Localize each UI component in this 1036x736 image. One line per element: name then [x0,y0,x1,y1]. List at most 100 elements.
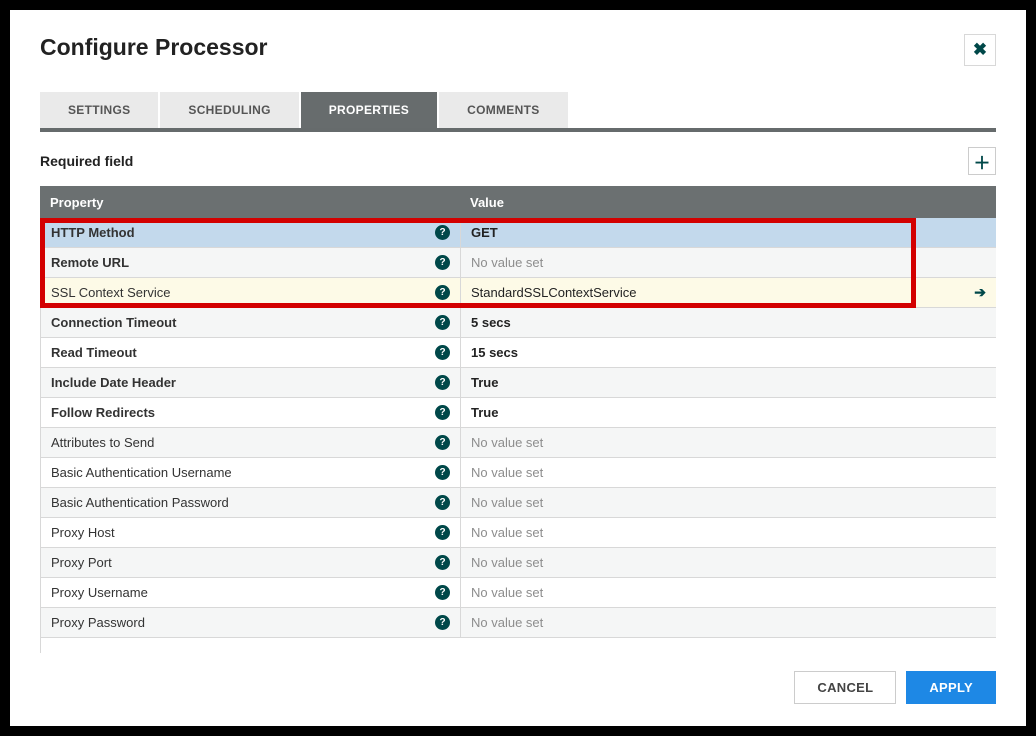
property-value: No value set [471,585,543,600]
property-name-cell: Basic Authentication Username? [41,458,461,487]
property-value-cell[interactable]: GET [461,218,996,247]
property-value-cell[interactable]: No value set [461,428,996,457]
property-name: Read Timeout [51,345,137,360]
help-icon[interactable]: ? [435,405,450,420]
table-row[interactable]: Include Date Header?True [41,368,996,398]
properties-panel: Required field ＋ Property Value HTTP Met… [10,132,1026,653]
property-value-cell[interactable]: No value set [461,458,996,487]
property-name-cell: Connection Timeout? [41,308,461,337]
property-value: GET [471,225,498,240]
property-value: True [471,405,498,420]
close-button[interactable]: ✖ [964,34,996,66]
table-row[interactable]: Read Timeout?15 secs [41,338,996,368]
property-value: 5 secs [471,315,511,330]
help-icon[interactable]: ? [435,525,450,540]
help-icon[interactable]: ? [435,375,450,390]
tab-properties[interactable]: PROPERTIES [301,92,437,128]
property-name: Proxy Password [51,615,145,630]
property-value: No value set [471,615,543,630]
cancel-button[interactable]: CANCEL [794,671,896,704]
close-icon: ✖ [973,40,987,60]
hint-row: Required field ＋ [40,144,996,178]
required-field-label: Required field [40,153,133,169]
add-property-button[interactable]: ＋ [968,147,996,175]
help-icon[interactable]: ? [435,225,450,240]
table-row[interactable]: Proxy Username? No value set [41,578,996,608]
property-value: No value set [471,465,543,480]
table-row[interactable]: Follow Redirects? True [41,398,996,428]
property-name-cell: Proxy Username? [41,578,461,607]
table-row[interactable]: HTTP Method? GET [41,218,996,248]
help-icon[interactable]: ? [435,345,450,360]
table-row[interactable]: Attributes to Send? No value set [41,428,996,458]
help-icon[interactable]: ? [435,285,450,300]
property-name: Include Date Header [51,375,176,390]
property-value: No value set [471,555,543,570]
property-name-cell: HTTP Method? [41,218,461,247]
help-icon[interactable]: ? [435,495,450,510]
help-icon[interactable]: ? [435,465,450,480]
property-value-cell[interactable]: True [461,398,996,427]
property-name-cell: Follow Redirects? [41,398,461,427]
help-icon[interactable]: ? [435,315,450,330]
plus-icon: ＋ [974,149,991,174]
property-value-cell[interactable]: No value set [461,548,996,577]
property-name: Proxy Username [51,585,148,600]
property-name-cell: Remote URL? [41,248,461,277]
property-name: Basic Authentication Password [51,495,229,510]
apply-button[interactable]: APPLY [906,671,996,704]
property-value: StandardSSLContextService [471,285,636,300]
help-icon[interactable]: ? [435,615,450,630]
help-icon[interactable]: ? [435,585,450,600]
property-name: Attributes to Send [51,435,154,450]
property-name-cell: Proxy Password? [41,608,461,637]
table-row[interactable]: Proxy Port? No value set [41,548,996,578]
property-value-cell[interactable]: No value set [461,248,996,277]
goto-service-icon[interactable]: ➔ [974,284,986,301]
help-icon[interactable]: ? [435,555,450,570]
property-value: No value set [471,495,543,510]
property-value-cell[interactable]: StandardSSLContextService ➔ [461,278,996,307]
table-row[interactable]: Remote URL? No value set [41,248,996,278]
property-name: Follow Redirects [51,405,155,420]
property-name: Proxy Host [51,525,115,540]
property-name-cell: Proxy Host? [41,518,461,547]
table-row[interactable]: SSL Context Service?StandardSSLContextSe… [41,278,996,308]
property-name-cell: Read Timeout? [41,338,461,367]
property-value-cell[interactable]: No value set [461,608,996,637]
property-name: Basic Authentication Username [51,465,232,480]
tab-comments[interactable]: COMMENTS [439,92,567,128]
property-name-cell: SSL Context Service? [41,278,461,307]
property-value: No value set [471,525,543,540]
property-value-cell[interactable]: 5 secs [461,308,996,337]
column-header-property: Property [40,195,460,210]
table-row[interactable]: Basic Authentication Username? No value s… [41,458,996,488]
property-name: Connection Timeout [51,315,176,330]
property-name: SSL Context Service [51,285,170,300]
table-row[interactable]: Proxy Password? No value set [41,608,996,638]
table-row[interactable]: Basic Authentication Password? No value s… [41,488,996,518]
property-value: No value set [471,255,543,270]
tab-settings[interactable]: SETTINGS [40,92,158,128]
table-row[interactable]: Connection Timeout? 5 secs [41,308,996,338]
properties-table: Property Value HTTP Method? GET Remote URL… [40,186,996,653]
property-value-cell[interactable]: True [461,368,996,397]
property-value-cell[interactable]: No value set [461,518,996,547]
property-value-cell[interactable]: 15 secs [461,338,996,367]
table-body[interactable]: HTTP Method? GET Remote URL? No value set SS… [40,218,996,653]
dialog-footer: CANCEL APPLY [10,653,1026,726]
table-header: Property Value [40,186,996,218]
configure-processor-dialog: Configure Processor ✖ SETTINGSSCHEDULING… [10,10,1026,726]
dialog-title: Configure Processor [40,34,268,61]
help-icon[interactable]: ? [435,435,450,450]
tab-scheduling[interactable]: SCHEDULING [160,92,298,128]
property-value-cell[interactable]: No value set [461,578,996,607]
column-header-value: Value [460,195,996,210]
dialog-header: Configure Processor ✖ [10,10,1026,76]
property-name-cell: Proxy Port? [41,548,461,577]
help-icon[interactable]: ? [435,255,450,270]
property-value: No value set [471,435,543,450]
table-row[interactable]: Proxy Host? No value set [41,518,996,548]
property-name-cell: Include Date Header? [41,368,461,397]
property-value-cell[interactable]: No value set [461,488,996,517]
